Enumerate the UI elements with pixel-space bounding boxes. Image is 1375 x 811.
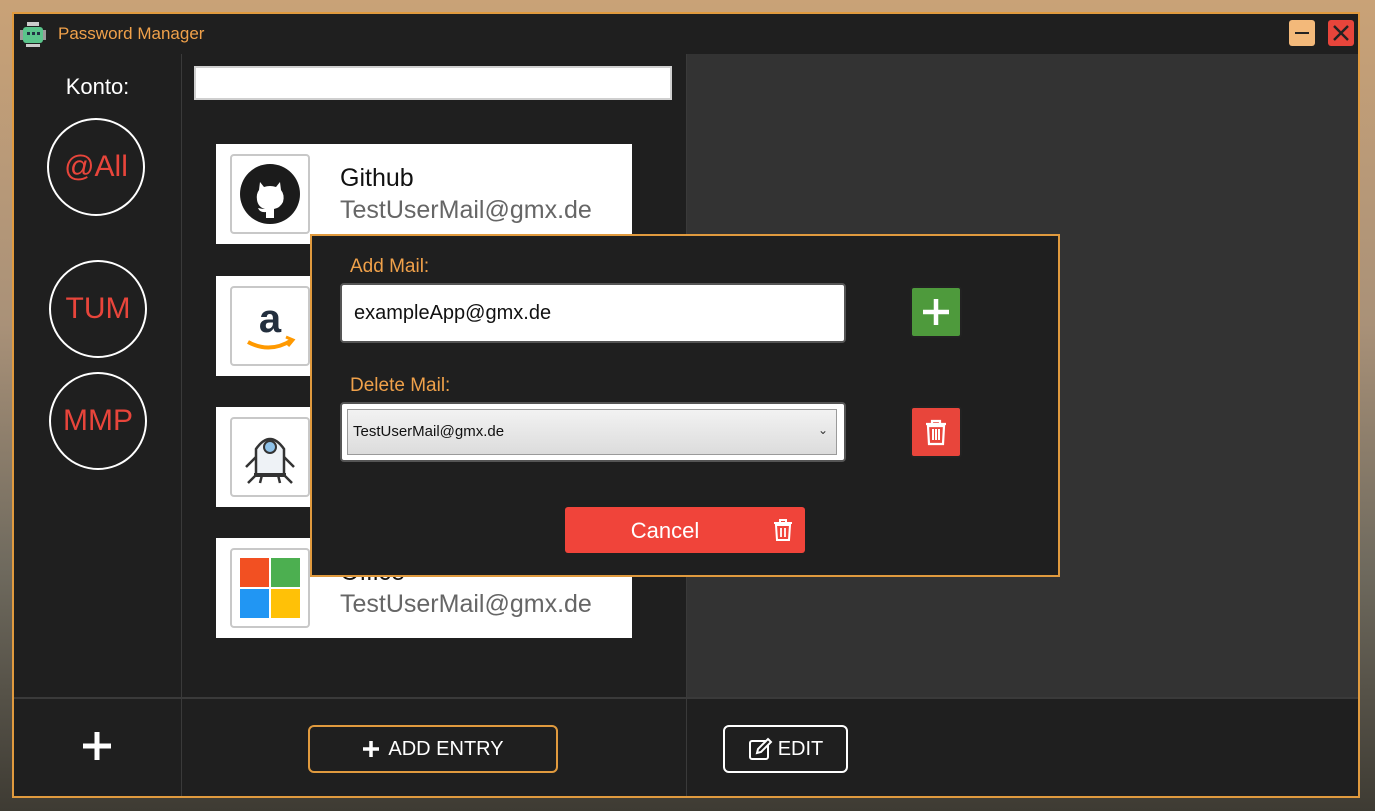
- edit-icon: [748, 737, 773, 760]
- account-sidebar: Konto: @All TUM MMP: [14, 54, 182, 697]
- account-all-button[interactable]: @All: [47, 118, 145, 216]
- edit-button[interactable]: EDIT: [723, 725, 848, 773]
- add-mail-button[interactable]: [910, 286, 962, 338]
- divider: [181, 699, 182, 796]
- delete-mail-label: Delete Mail:: [350, 375, 451, 396]
- edit-label: EDIT: [777, 737, 824, 760]
- entry-name: Github: [340, 164, 414, 192]
- mail-dialog: Add Mail: Delete Mail: TestUserMail@gmx.…: [310, 234, 1060, 577]
- close-button[interactable]: [1328, 20, 1354, 46]
- add-account-button[interactable]: [80, 729, 114, 763]
- cancel-label: Cancel: [630, 518, 700, 543]
- delete-mail-select-wrapper: TestUserMail@gmx.de ⌄: [340, 402, 846, 462]
- plus-icon: [83, 732, 111, 760]
- amazon-icon: a: [230, 286, 310, 366]
- minimize-button[interactable]: [1289, 20, 1315, 46]
- add-mail-input[interactable]: [340, 283, 846, 343]
- search-input[interactable]: [194, 66, 672, 100]
- add-entry-button[interactable]: ADD ENTRY: [308, 725, 558, 773]
- plus-icon: [923, 299, 949, 325]
- account-heading: Konto:: [65, 74, 130, 99]
- close-icon: [1333, 25, 1349, 41]
- bottom-toolbar: ADD ENTRY EDIT: [14, 697, 1358, 796]
- title-bar: Password Manager: [14, 14, 1358, 54]
- office-icon: [230, 548, 310, 628]
- cancel-button[interactable]: Cancel: [565, 507, 805, 553]
- entry-mail: TestUserMail@gmx.de: [340, 196, 592, 224]
- chevron-down-icon: ⌄: [817, 423, 828, 437]
- robot-icon: [230, 417, 310, 497]
- delete-mail-button[interactable]: [910, 406, 962, 458]
- window-title: Password Manager: [58, 24, 205, 43]
- add-mail-label: Add Mail:: [350, 256, 430, 277]
- account-mmp-button[interactable]: MMP: [49, 372, 147, 470]
- svg-text:a: a: [259, 297, 282, 341]
- trash-icon: [926, 419, 946, 446]
- app-logo-icon: [20, 20, 46, 48]
- account-tum-button[interactable]: TUM: [49, 260, 147, 358]
- entry-card-github[interactable]: Github TestUserMail@gmx.de: [216, 144, 632, 244]
- github-icon: [230, 154, 310, 234]
- divider: [686, 699, 687, 796]
- entry-mail: TestUserMail@gmx.de: [340, 590, 592, 618]
- selected-mail: TestUserMail@gmx.de: [353, 423, 505, 440]
- plus-icon: [363, 741, 380, 757]
- delete-mail-select[interactable]: TestUserMail@gmx.de ⌄: [347, 409, 837, 455]
- add-entry-label: ADD ENTRY: [388, 737, 504, 760]
- trash-icon: [774, 519, 792, 541]
